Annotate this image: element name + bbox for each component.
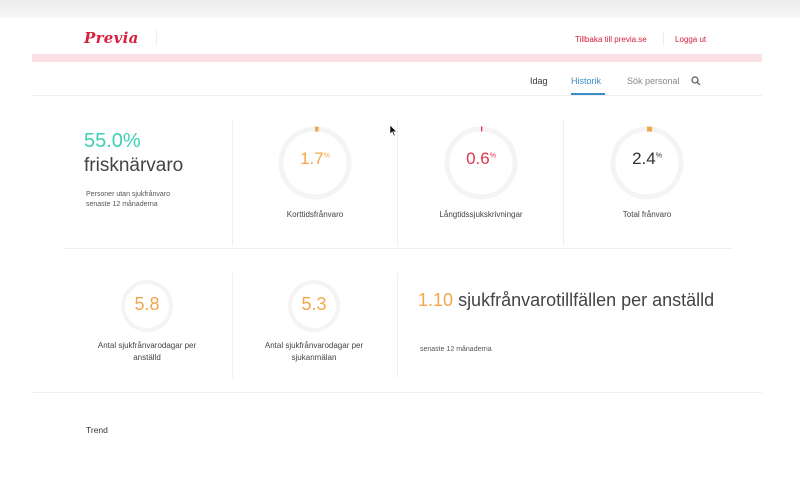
days-per-employee-label-line2: anställd	[133, 353, 161, 362]
total-value: 2.4%	[632, 149, 662, 168]
tab-search-staff[interactable]: Sök personal	[627, 76, 680, 86]
presence-subtitle: Personer utan sjukfrånvaro senaste 12 må…	[86, 190, 216, 210]
presence-kpi: 55.0% frisknärvaro	[84, 130, 183, 177]
incidents-subtitle: senaste 12 månaderna	[420, 346, 492, 353]
days-per-employee-label-line1: Antal sjukfrånvarodagar per	[97, 341, 197, 350]
days-per-report-ring: 5.3	[287, 279, 341, 333]
long-term-absence-ring: 0.6%	[443, 125, 519, 201]
column-divider	[232, 120, 233, 246]
short-term-absence-ring: 1.7%	[277, 125, 353, 201]
previa-logo[interactable]: Previa	[84, 29, 139, 47]
page: Previa Tillbaka till previa.se Logga ut …	[32, 18, 762, 479]
header: Previa Tillbaka till previa.se Logga ut	[32, 18, 762, 54]
browser-frame	[0, 0, 800, 18]
days-per-employee-ring: 5.8	[120, 279, 174, 333]
search-icon[interactable]	[691, 76, 701, 86]
incidents-value: 1.10	[418, 290, 454, 310]
column-divider	[397, 273, 398, 378]
long-term-label: Långtidssjukskrivningar	[439, 210, 523, 219]
column-divider	[397, 120, 398, 246]
days-per-employee-label: Antal sjukfrånvarodagar per anställd	[72, 340, 222, 364]
header-divider	[663, 32, 664, 46]
days-per-report-value: 5.3	[301, 294, 327, 314]
presence-sub-line2: senaste 12 månaderna	[86, 201, 158, 208]
section-divider	[32, 392, 762, 393]
total-absence-ring: 2.4%	[609, 125, 685, 201]
column-divider	[563, 120, 564, 246]
header-accent-bar	[32, 54, 762, 62]
section-divider	[64, 248, 732, 249]
total-label: Total frånvaro	[622, 210, 672, 219]
short-term-label: Korttidsfrånvaro	[286, 210, 344, 219]
logout-link[interactable]: Logga ut	[675, 35, 706, 44]
short-term-value: 1.7%	[300, 149, 330, 168]
tab-bar: Idag Historik Sök personal	[32, 62, 762, 96]
presence-label: frisknärvaro	[84, 155, 184, 176]
days-per-report-label-line1: Antal sjukfrånvarodagar per	[264, 341, 364, 350]
tab-history[interactable]: Historik	[571, 76, 606, 95]
incidents-label: sjukfrånvarotillfällen per anställd	[458, 290, 715, 310]
incidents-per-employee: 1.10 sjukfrånvarotillfällen per anställd	[418, 288, 718, 313]
presence-percent: 55.0%	[84, 130, 141, 152]
trend-heading: Trend	[86, 425, 108, 435]
days-per-report-label-line2: sjukanmälan	[291, 353, 337, 362]
tab-today[interactable]: Idag	[530, 76, 548, 86]
days-per-employee-value: 5.8	[134, 294, 160, 314]
logo-divider	[156, 30, 157, 46]
mouse-cursor-icon	[390, 125, 398, 137]
presence-sub-line1: Personer utan sjukfrånvaro	[86, 191, 171, 198]
column-divider	[232, 273, 233, 378]
long-term-value: 0.6%	[466, 149, 496, 168]
back-to-previa-link[interactable]: Tillbaka till previa.se	[575, 35, 647, 44]
days-per-report-label: Antal sjukfrånvarodagar per sjukanmälan	[239, 340, 389, 364]
